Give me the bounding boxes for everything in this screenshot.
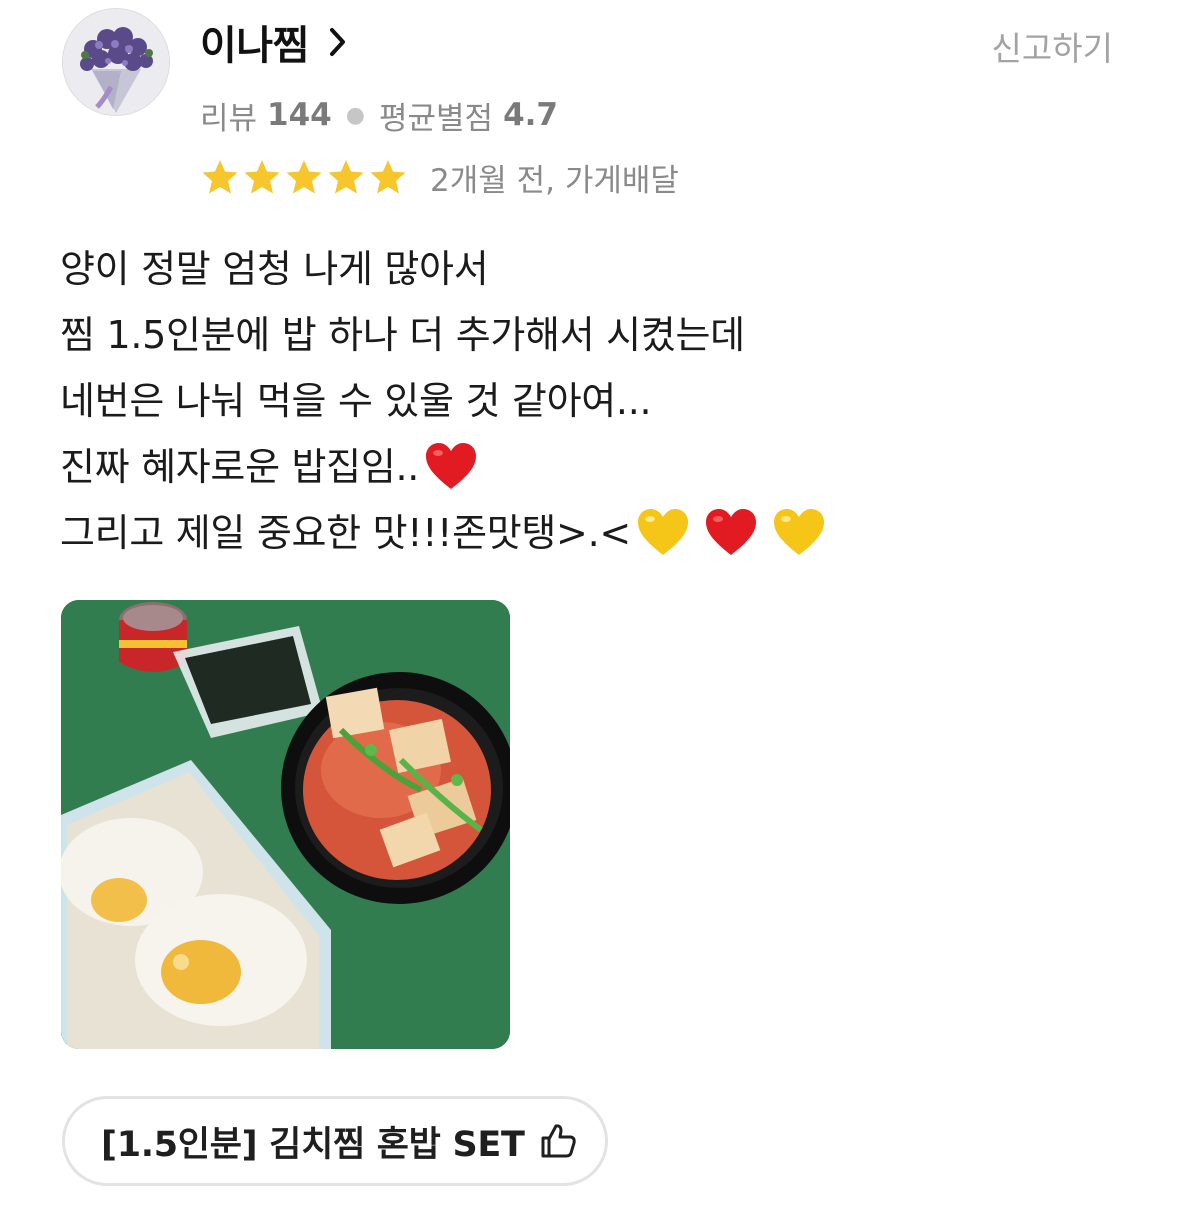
red-heart-icon [705, 509, 756, 555]
yellow-heart-icon [637, 509, 688, 555]
star-icon [286, 160, 322, 194]
review-line: 진짜 혜자로운 밥집임.. [60, 434, 1140, 500]
rating-row: 2개월 전, 가게배달 [200, 152, 679, 202]
star-icon [244, 160, 280, 194]
review-line: 찜 1.5인분에 밥 하나 더 추가해서 시켰는데 [60, 313, 745, 357]
review-photo[interactable] [61, 600, 510, 1049]
review-line: 양이 정말 엄청 나게 많아서 [60, 247, 489, 291]
star-icon [370, 160, 406, 194]
review-date: 2개월 전, 가게배달 [430, 162, 679, 199]
review-line: 네번은 나눠 먹을 수 있울 것 같아여... [60, 379, 652, 423]
star-rating [200, 157, 408, 197]
yellow-heart-icon [773, 509, 824, 555]
avg-rating: 4.7 [503, 97, 558, 133]
chevron-right-icon [329, 28, 345, 56]
reviewer-name[interactable]: 이나찜 [200, 13, 309, 71]
star-icon [202, 160, 238, 194]
ordered-menu-chip[interactable]: [1.5인분] 김치찜 혼밥 SET [62, 1096, 608, 1186]
review-text: 양이 정말 엄청 나게 많아서 찜 1.5인분에 밥 하나 더 추가해서 시켰는… [60, 236, 1140, 566]
star-icon [328, 160, 364, 194]
reviewer-name-row[interactable]: 이나찜 [200, 14, 349, 70]
review-count: 144 [267, 97, 332, 133]
red-heart-icon [426, 443, 477, 489]
separator-dot: ● [345, 102, 365, 128]
review-count-label: 리뷰 [200, 100, 258, 137]
reviewer-avatar[interactable] [62, 8, 170, 116]
report-link[interactable]: 신고하기 [992, 22, 1113, 70]
avg-rating-label: 평균별점 [378, 100, 494, 137]
reviewer-stats: 리뷰 144 ● 평균별점 4.7 [200, 92, 558, 138]
review-line: 그리고 제일 중요한 맛!!!존맛탱>.< [60, 500, 1140, 566]
thumbs-up-icon [541, 1124, 576, 1158]
menu-item-label: [1.5인분] 김치찜 혼밥 SET [101, 1124, 525, 1165]
